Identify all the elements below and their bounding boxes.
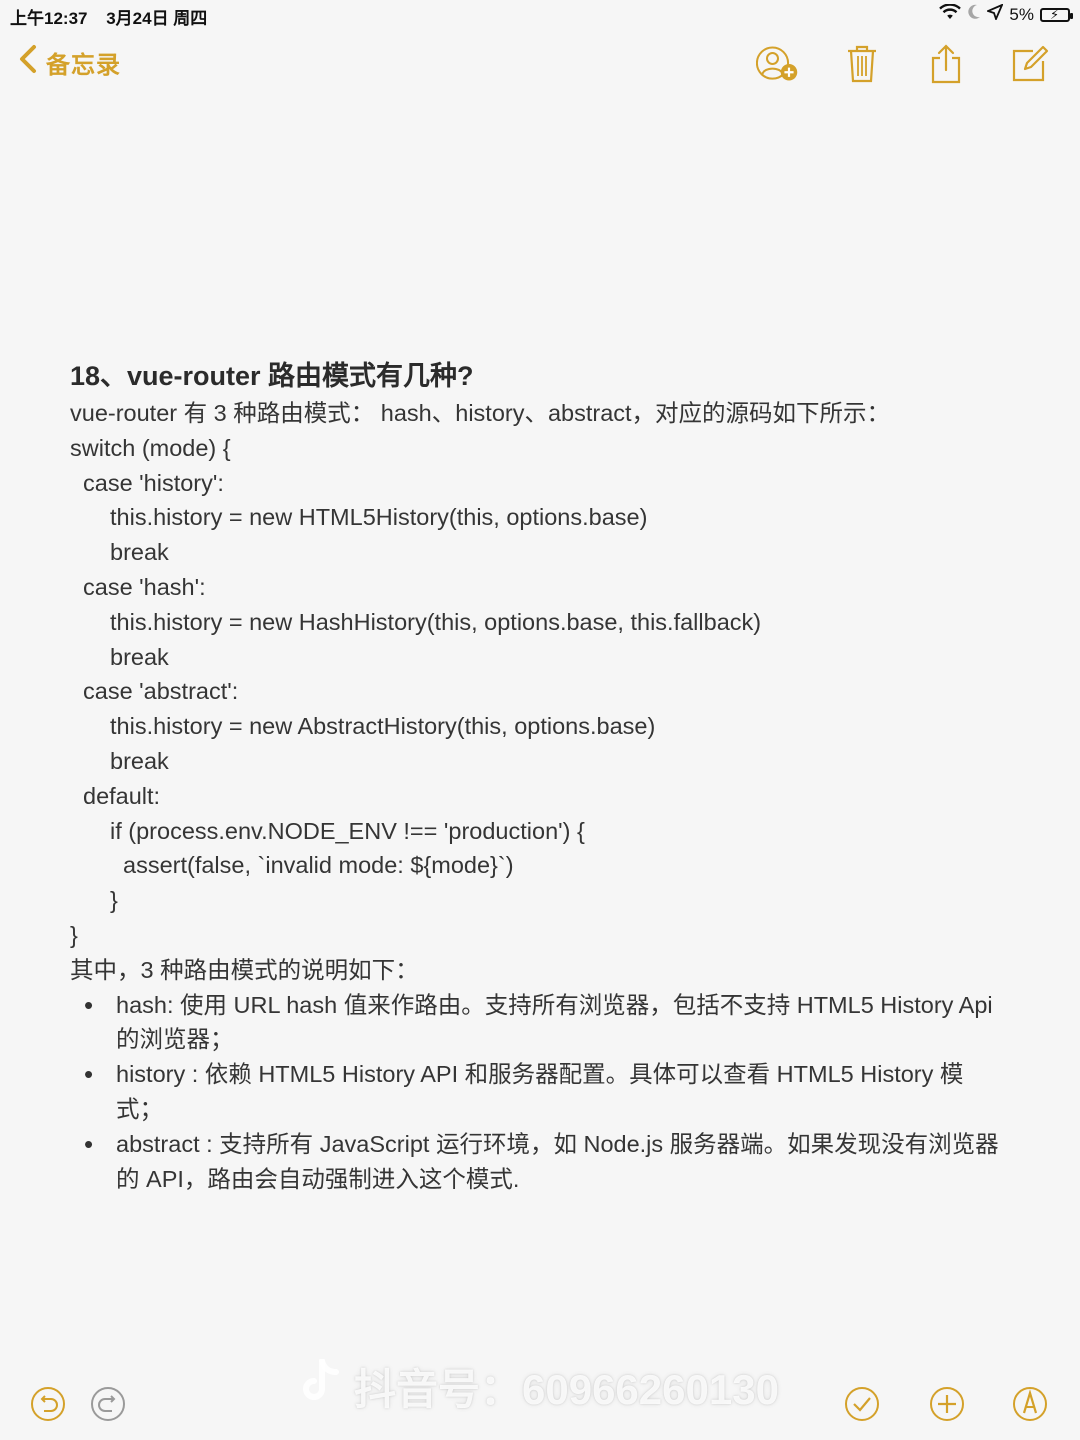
undo-button[interactable] (28, 1384, 68, 1424)
compose-button[interactable] (1008, 42, 1052, 86)
share-button[interactable] (924, 42, 968, 86)
bullet-item-hash: hash: 使用 URL hash 值来作路由。支持所有浏览器，包括不支持 HT… (70, 988, 1006, 1058)
status-time: 上午12:37 (10, 9, 88, 28)
trash-icon (848, 45, 876, 83)
checklist-icon (845, 1387, 879, 1421)
add-icon (930, 1387, 964, 1421)
code-line: } (110, 887, 118, 914)
code-line: } (70, 921, 78, 948)
code-line: break (110, 643, 169, 670)
chevron-left-icon (18, 44, 38, 81)
note-intro: vue-router 有 3 种路由模式： hash、history、abstr… (70, 400, 891, 426)
notes-page: 上午12:37 3月24日 周四 5% ⚡ 备忘录 18、vue-router … (0, 0, 1080, 1440)
code-line: this.history = new HashHistory(this, opt… (110, 608, 762, 635)
redo-button[interactable] (88, 1384, 128, 1424)
code-line: switch (mode) { (70, 434, 231, 461)
bottom-toolbar (0, 1370, 1080, 1440)
status-right: 5% ⚡ (939, 3, 1073, 25)
back-button[interactable]: 备忘录 (18, 44, 121, 81)
markup-button[interactable] (1010, 1384, 1050, 1424)
code-line: break (110, 539, 169, 566)
summary-intro: 其中，3 种路由模式的说明如下： (70, 956, 419, 983)
add-button[interactable] (927, 1384, 967, 1424)
code-line: this.history = new HTML5History(this, op… (110, 504, 648, 531)
trash-button[interactable] (840, 42, 884, 86)
status-date: 3月24日 周四 (106, 9, 208, 28)
battery-icon: ⚡ (1040, 7, 1073, 22)
code-block: switch (mode) { case 'history': this.histo… (70, 431, 1010, 953)
code-line: default: (83, 782, 161, 809)
code-line: case 'history': (83, 469, 224, 496)
undo-icon (31, 1387, 65, 1421)
bullet-item-abstract: abstract : 支持所有 JavaScript 运行环境，如 Node.j… (70, 1127, 1006, 1197)
code-line: assert(false, `invalid mode: ${mode}`) (123, 852, 514, 879)
code-line: case 'hash': (83, 573, 206, 600)
checklist-button[interactable] (842, 1384, 882, 1424)
status-bar: 上午12:37 3月24日 周四 5% ⚡ (0, 0, 1080, 30)
battery-percent: 5% (1009, 4, 1034, 24)
note-title: 18、vue-router 路由模式有几种? (70, 361, 474, 391)
wifi-icon (939, 3, 962, 25)
code-line: case 'abstract': (83, 678, 239, 705)
moon-icon (967, 4, 981, 25)
status-left: 上午12:37 3月24日 周四 (10, 4, 207, 29)
nav-actions (756, 42, 1052, 86)
redo-icon (91, 1387, 125, 1421)
back-label: 备忘录 (46, 52, 121, 79)
code-line: this.history = new AbstractHistory(this,… (110, 713, 656, 740)
location-icon (985, 3, 1005, 25)
compose-icon (1012, 45, 1049, 82)
markup-icon (1013, 1387, 1047, 1421)
add-person-icon (756, 46, 798, 81)
code-line: break (110, 747, 169, 774)
share-icon (931, 44, 961, 84)
bullet-list: hash: 使用 URL hash 值来作路由。支持所有浏览器，包括不支持 HT… (70, 988, 1010, 1197)
code-line: if (process.env.NODE_ENV !== 'production… (110, 817, 585, 844)
add-person-button[interactable] (756, 42, 800, 86)
nav-bar: 备忘录 (0, 38, 1080, 88)
note-body[interactable]: 18、vue-router 路由模式有几种? vue-router 有 3 种路… (70, 356, 1010, 1196)
bullet-item-history: history : 依赖 HTML5 History API 和服务器配置。具体… (70, 1057, 1006, 1127)
